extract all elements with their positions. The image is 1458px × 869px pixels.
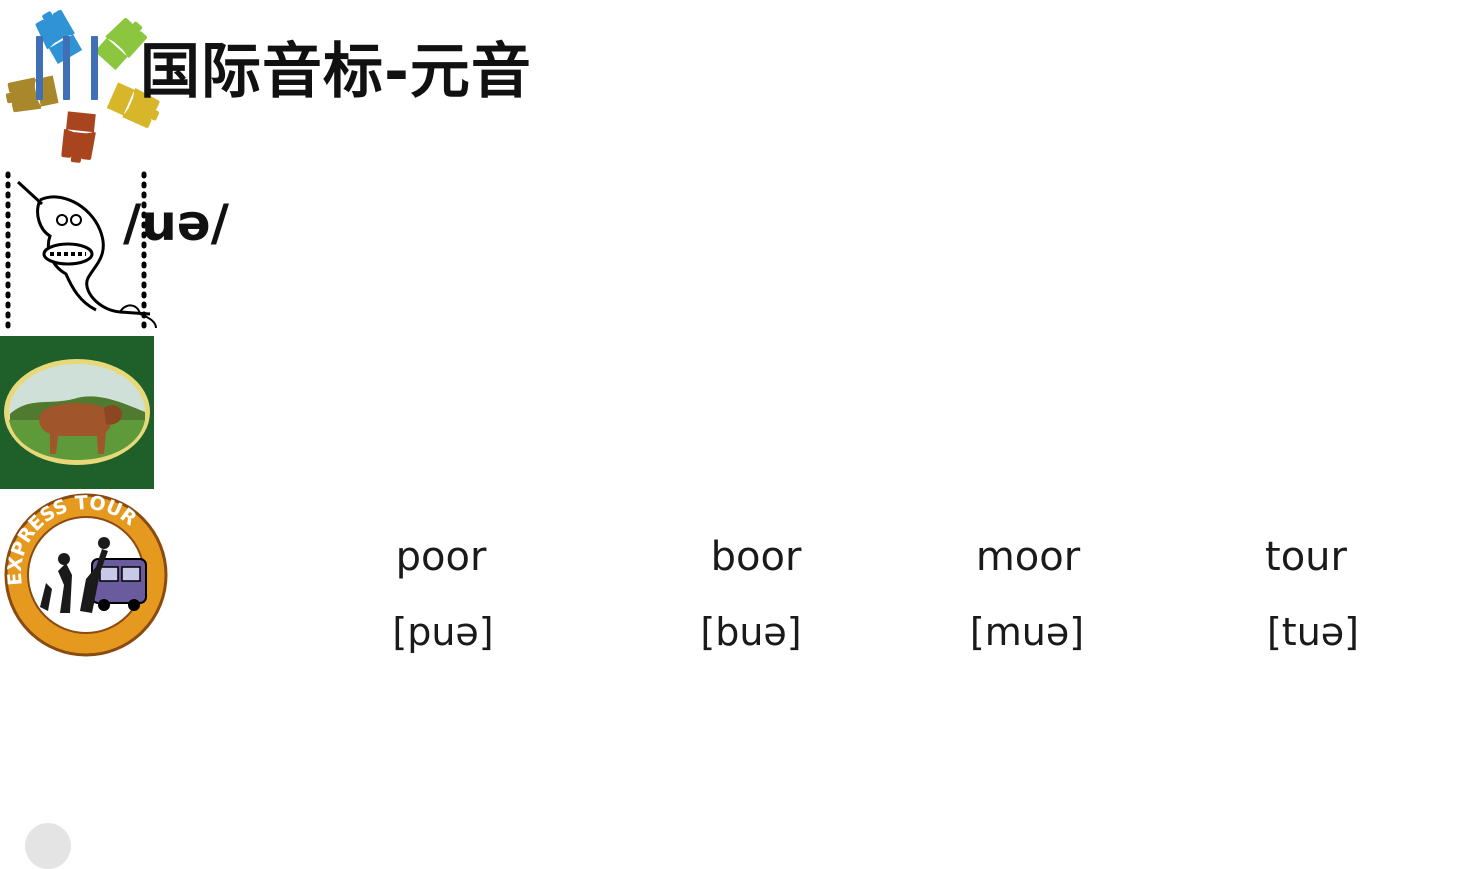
word-label: poor bbox=[395, 534, 487, 580]
word-label: boor bbox=[710, 534, 802, 580]
title-accent-bars-icon bbox=[36, 36, 98, 100]
ipa-label: [tuə] bbox=[1266, 610, 1359, 654]
ipa-label: [puə] bbox=[392, 610, 494, 654]
cow-on-moor-icon bbox=[0, 336, 154, 489]
word-label: moor bbox=[975, 534, 1081, 580]
ipa-label: [muə] bbox=[969, 610, 1085, 654]
word-card-moor: moor [muə] bbox=[0, 336, 1458, 654]
word-label: tour bbox=[1265, 534, 1347, 580]
corner-circle-decoration bbox=[25, 823, 71, 869]
express-tour-logo: EXPRESS TOUR bbox=[4, 492, 168, 657]
page-title: 国际音标-元音 bbox=[140, 37, 532, 107]
ipa-label: [buə] bbox=[700, 610, 802, 654]
phoneme-heading: /uə/ bbox=[123, 194, 230, 252]
